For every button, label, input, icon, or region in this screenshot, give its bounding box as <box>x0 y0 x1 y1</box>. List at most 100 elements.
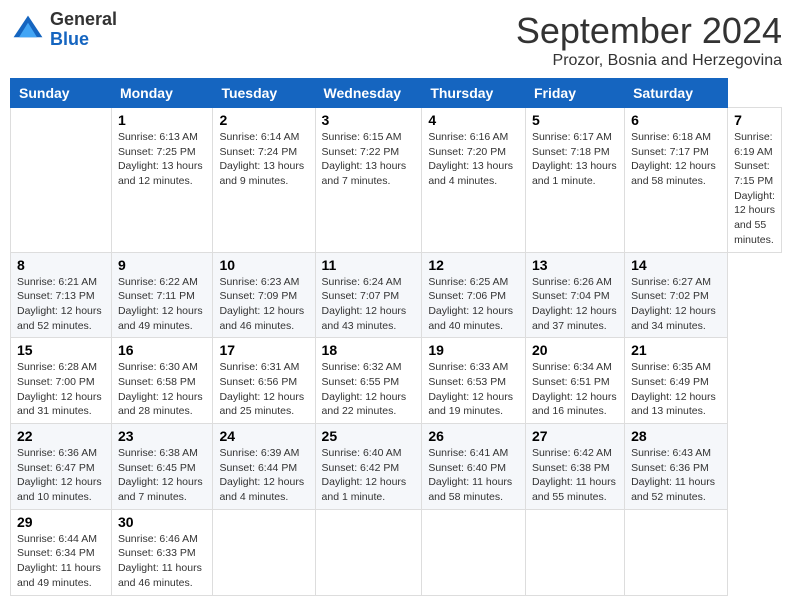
day-info: Sunrise: 6:38 AM Sunset: 6:45 PM Dayligh… <box>118 446 206 505</box>
day-number: 12 <box>428 257 519 273</box>
day-number: 2 <box>219 112 308 128</box>
logo-text: General Blue <box>50 10 117 50</box>
calendar-cell: 25 Sunrise: 6:40 AM Sunset: 6:42 PM Dayl… <box>315 424 422 510</box>
calendar-cell: 9 Sunrise: 6:22 AM Sunset: 7:11 PM Dayli… <box>111 252 212 338</box>
calendar-cell: 14 Sunrise: 6:27 AM Sunset: 7:02 PM Dayl… <box>625 252 728 338</box>
calendar-cell <box>213 509 315 595</box>
calendar-cell: 19 Sunrise: 6:33 AM Sunset: 6:53 PM Dayl… <box>422 338 526 424</box>
calendar-cell <box>625 509 728 595</box>
day-info: Sunrise: 6:31 AM Sunset: 6:56 PM Dayligh… <box>219 360 308 419</box>
logo-blue: Blue <box>50 29 89 49</box>
day-number: 25 <box>322 428 416 444</box>
day-info: Sunrise: 6:39 AM Sunset: 6:44 PM Dayligh… <box>219 446 308 505</box>
col-sunday: Sunday <box>11 79 112 108</box>
logo-general: General <box>50 9 117 29</box>
calendar-cell: 2 Sunrise: 6:14 AM Sunset: 7:24 PM Dayli… <box>213 108 315 253</box>
calendar-cell: 11 Sunrise: 6:24 AM Sunset: 7:07 PM Dayl… <box>315 252 422 338</box>
calendar-cell <box>422 509 526 595</box>
day-number: 10 <box>219 257 308 273</box>
calendar-cell: 1 Sunrise: 6:13 AM Sunset: 7:25 PM Dayli… <box>111 108 212 253</box>
logo: General Blue <box>10 10 117 50</box>
day-number: 26 <box>428 428 519 444</box>
calendar-cell: 17 Sunrise: 6:31 AM Sunset: 6:56 PM Dayl… <box>213 338 315 424</box>
day-number: 7 <box>734 112 775 128</box>
day-number: 29 <box>17 514 105 530</box>
day-number: 20 <box>532 342 618 358</box>
day-number: 22 <box>17 428 105 444</box>
col-thursday: Thursday <box>422 79 526 108</box>
day-info: Sunrise: 6:44 AM Sunset: 6:34 PM Dayligh… <box>17 532 105 591</box>
day-info: Sunrise: 6:40 AM Sunset: 6:42 PM Dayligh… <box>322 446 416 505</box>
day-info: Sunrise: 6:15 AM Sunset: 7:22 PM Dayligh… <box>322 130 416 189</box>
month-title: September 2024 <box>516 10 782 52</box>
calendar-week-1: 1 Sunrise: 6:13 AM Sunset: 7:25 PM Dayli… <box>11 108 782 253</box>
day-number: 15 <box>17 342 105 358</box>
calendar-cell: 7 Sunrise: 6:19 AM Sunset: 7:15 PM Dayli… <box>728 108 782 253</box>
calendar-cell: 27 Sunrise: 6:42 AM Sunset: 6:38 PM Dayl… <box>525 424 624 510</box>
day-info: Sunrise: 6:13 AM Sunset: 7:25 PM Dayligh… <box>118 130 206 189</box>
day-number: 30 <box>118 514 206 530</box>
calendar-cell: 12 Sunrise: 6:25 AM Sunset: 7:06 PM Dayl… <box>422 252 526 338</box>
calendar-week-4: 22 Sunrise: 6:36 AM Sunset: 6:47 PM Dayl… <box>11 424 782 510</box>
calendar-cell: 30 Sunrise: 6:46 AM Sunset: 6:33 PM Dayl… <box>111 509 212 595</box>
day-number: 9 <box>118 257 206 273</box>
col-friday: Friday <box>525 79 624 108</box>
location: Prozor, Bosnia and Herzegovina <box>516 52 782 70</box>
day-number: 28 <box>631 428 721 444</box>
day-number: 4 <box>428 112 519 128</box>
day-info: Sunrise: 6:41 AM Sunset: 6:40 PM Dayligh… <box>428 446 519 505</box>
day-number: 27 <box>532 428 618 444</box>
day-info: Sunrise: 6:35 AM Sunset: 6:49 PM Dayligh… <box>631 360 721 419</box>
day-number: 17 <box>219 342 308 358</box>
day-number: 1 <box>118 112 206 128</box>
day-info: Sunrise: 6:27 AM Sunset: 7:02 PM Dayligh… <box>631 275 721 334</box>
calendar-cell: 24 Sunrise: 6:39 AM Sunset: 6:44 PM Dayl… <box>213 424 315 510</box>
day-number: 3 <box>322 112 416 128</box>
day-number: 21 <box>631 342 721 358</box>
calendar-cell: 22 Sunrise: 6:36 AM Sunset: 6:47 PM Dayl… <box>11 424 112 510</box>
day-number: 18 <box>322 342 416 358</box>
calendar-cell: 20 Sunrise: 6:34 AM Sunset: 6:51 PM Dayl… <box>525 338 624 424</box>
day-info: Sunrise: 6:22 AM Sunset: 7:11 PM Dayligh… <box>118 275 206 334</box>
calendar: Sunday Monday Tuesday Wednesday Thursday… <box>10 78 782 596</box>
day-number: 11 <box>322 257 416 273</box>
day-number: 19 <box>428 342 519 358</box>
day-info: Sunrise: 6:25 AM Sunset: 7:06 PM Dayligh… <box>428 275 519 334</box>
day-info: Sunrise: 6:19 AM Sunset: 7:15 PM Dayligh… <box>734 130 775 248</box>
day-info: Sunrise: 6:18 AM Sunset: 7:17 PM Dayligh… <box>631 130 721 189</box>
day-info: Sunrise: 6:23 AM Sunset: 7:09 PM Dayligh… <box>219 275 308 334</box>
title-section: September 2024 Prozor, Bosnia and Herzeg… <box>516 10 782 70</box>
col-saturday: Saturday <box>625 79 728 108</box>
calendar-cell: 21 Sunrise: 6:35 AM Sunset: 6:49 PM Dayl… <box>625 338 728 424</box>
day-info: Sunrise: 6:30 AM Sunset: 6:58 PM Dayligh… <box>118 360 206 419</box>
day-info: Sunrise: 6:33 AM Sunset: 6:53 PM Dayligh… <box>428 360 519 419</box>
day-info: Sunrise: 6:21 AM Sunset: 7:13 PM Dayligh… <box>17 275 105 334</box>
day-info: Sunrise: 6:14 AM Sunset: 7:24 PM Dayligh… <box>219 130 308 189</box>
calendar-week-3: 15 Sunrise: 6:28 AM Sunset: 7:00 PM Dayl… <box>11 338 782 424</box>
calendar-cell: 28 Sunrise: 6:43 AM Sunset: 6:36 PM Dayl… <box>625 424 728 510</box>
calendar-cell: 16 Sunrise: 6:30 AM Sunset: 6:58 PM Dayl… <box>111 338 212 424</box>
col-wednesday: Wednesday <box>315 79 422 108</box>
calendar-cell: 6 Sunrise: 6:18 AM Sunset: 7:17 PM Dayli… <box>625 108 728 253</box>
day-info: Sunrise: 6:32 AM Sunset: 6:55 PM Dayligh… <box>322 360 416 419</box>
calendar-cell: 13 Sunrise: 6:26 AM Sunset: 7:04 PM Dayl… <box>525 252 624 338</box>
col-monday: Monday <box>111 79 212 108</box>
calendar-cell: 26 Sunrise: 6:41 AM Sunset: 6:40 PM Dayl… <box>422 424 526 510</box>
day-info: Sunrise: 6:26 AM Sunset: 7:04 PM Dayligh… <box>532 275 618 334</box>
day-number: 13 <box>532 257 618 273</box>
calendar-cell <box>315 509 422 595</box>
day-info: Sunrise: 6:36 AM Sunset: 6:47 PM Dayligh… <box>17 446 105 505</box>
day-number: 16 <box>118 342 206 358</box>
day-number: 23 <box>118 428 206 444</box>
day-info: Sunrise: 6:34 AM Sunset: 6:51 PM Dayligh… <box>532 360 618 419</box>
logo-icon <box>10 12 46 48</box>
day-number: 14 <box>631 257 721 273</box>
day-info: Sunrise: 6:46 AM Sunset: 6:33 PM Dayligh… <box>118 532 206 591</box>
day-info: Sunrise: 6:43 AM Sunset: 6:36 PM Dayligh… <box>631 446 721 505</box>
calendar-cell: 5 Sunrise: 6:17 AM Sunset: 7:18 PM Dayli… <box>525 108 624 253</box>
day-number: 5 <box>532 112 618 128</box>
col-tuesday: Tuesday <box>213 79 315 108</box>
calendar-cell <box>11 108 112 253</box>
calendar-header-row: Sunday Monday Tuesday Wednesday Thursday… <box>11 79 782 108</box>
calendar-cell <box>525 509 624 595</box>
